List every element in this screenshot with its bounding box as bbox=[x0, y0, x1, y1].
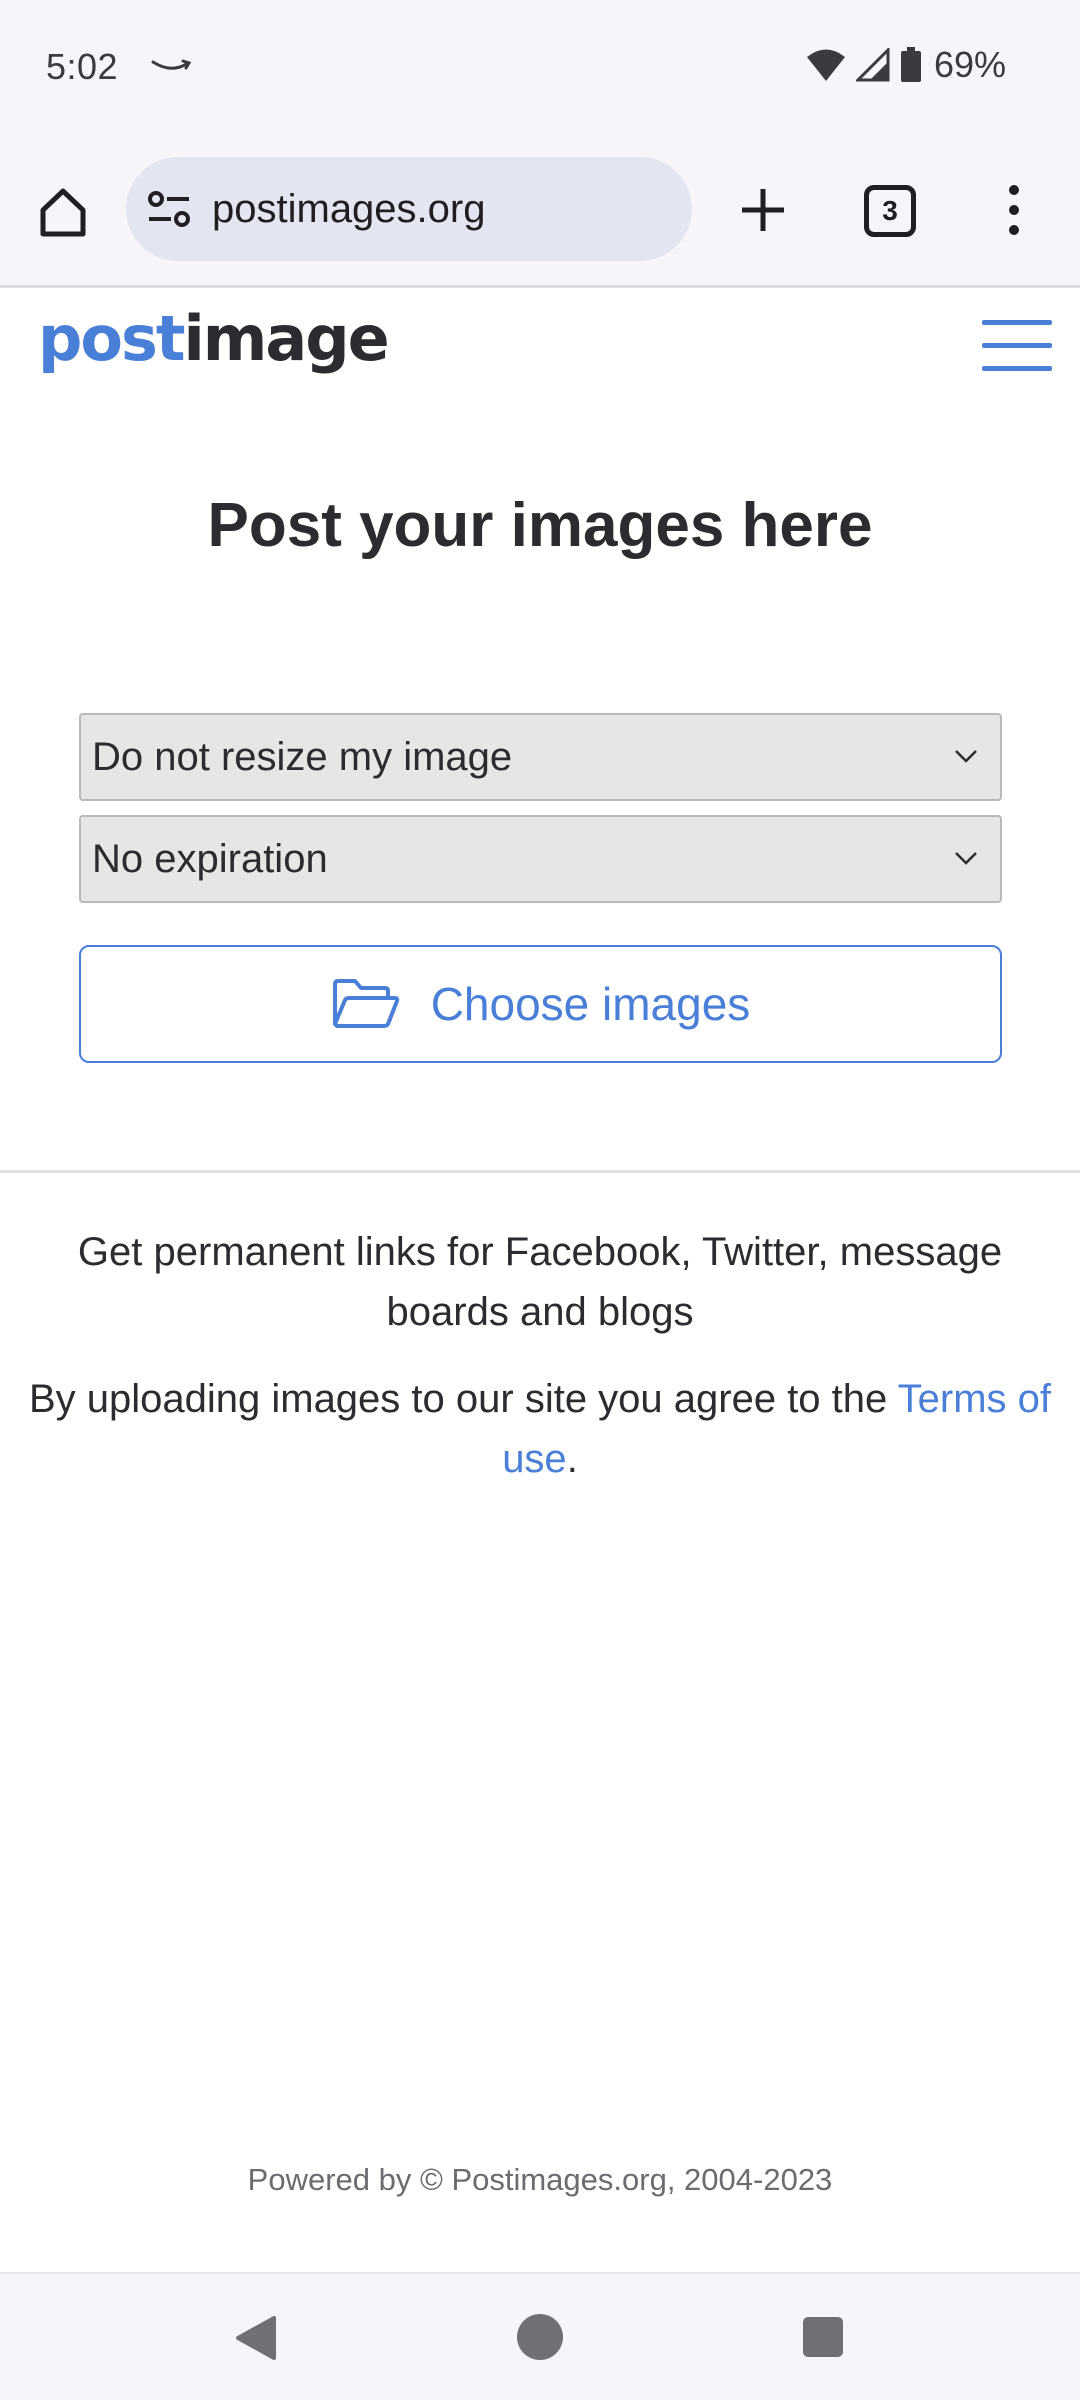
battery-percentage: 69% bbox=[933, 44, 1006, 85]
site-header: postimage bbox=[0, 288, 1080, 408]
browser-menu-button[interactable] bbox=[990, 175, 1038, 245]
screen: 5:02 69% postimages.org 3 postimage Post… bbox=[0, 0, 1080, 2400]
more-vert-icon bbox=[1009, 185, 1019, 235]
address-bar[interactable]: postimages.org bbox=[126, 157, 692, 261]
logo-image-text: image bbox=[183, 302, 390, 375]
chevron-down-icon bbox=[955, 852, 977, 865]
plus-icon bbox=[742, 189, 784, 231]
site-settings-icon[interactable] bbox=[146, 186, 192, 232]
section-divider bbox=[0, 1170, 1080, 1173]
status-bar: 5:02 69% bbox=[0, 0, 1080, 135]
postimage-logo[interactable]: postimage bbox=[38, 308, 390, 370]
home-icon bbox=[40, 188, 86, 237]
resize-select-value: Do not resize my image bbox=[92, 734, 513, 779]
chevron-down-icon bbox=[955, 750, 977, 763]
expiration-select[interactable]: No expiration bbox=[79, 815, 1002, 903]
wifi-icon bbox=[806, 49, 845, 81]
tab-switcher-button[interactable]: 3 bbox=[864, 185, 916, 237]
battery-icon bbox=[900, 47, 921, 82]
footer-text: Powered by © Postimages.org, 2004-2023 bbox=[247, 2162, 833, 2197]
hamburger-menu-icon[interactable] bbox=[982, 320, 1052, 372]
home-button[interactable] bbox=[30, 179, 96, 245]
home-nav-icon[interactable] bbox=[517, 2314, 563, 2360]
terms-notice: By uploading images to our site you agre… bbox=[0, 1369, 1080, 1489]
folder-open-icon bbox=[332, 979, 399, 1028]
browser-toolbar: postimages.org 3 bbox=[0, 135, 1080, 288]
back-icon[interactable] bbox=[234, 2314, 278, 2362]
status-icons: 69% bbox=[806, 44, 1006, 86]
amazon-notification-icon bbox=[151, 59, 192, 70]
cellular-signal-icon bbox=[855, 48, 890, 82]
recents-icon[interactable] bbox=[803, 2317, 843, 2357]
terms-prefix: By uploading images to our site you agre… bbox=[28, 1377, 898, 1421]
choose-images-label: Choose images bbox=[430, 978, 751, 1030]
new-tab-button[interactable] bbox=[728, 175, 798, 245]
tagline-text: Get permanent links for Facebook, Twitte… bbox=[77, 1230, 1003, 1334]
url-text: postimages.org bbox=[212, 186, 486, 231]
resize-select[interactable]: Do not resize my image bbox=[79, 713, 1002, 801]
status-time: 5:02 bbox=[46, 46, 119, 87]
expiration-select-value: No expiration bbox=[92, 836, 328, 881]
system-navigation-bar bbox=[0, 2272, 1080, 2400]
choose-images-button[interactable]: Choose images bbox=[79, 945, 1002, 1063]
logo-post-text: post bbox=[38, 302, 186, 375]
terms-suffix: . bbox=[566, 1437, 578, 1481]
page-title: Post your images here bbox=[207, 491, 873, 560]
